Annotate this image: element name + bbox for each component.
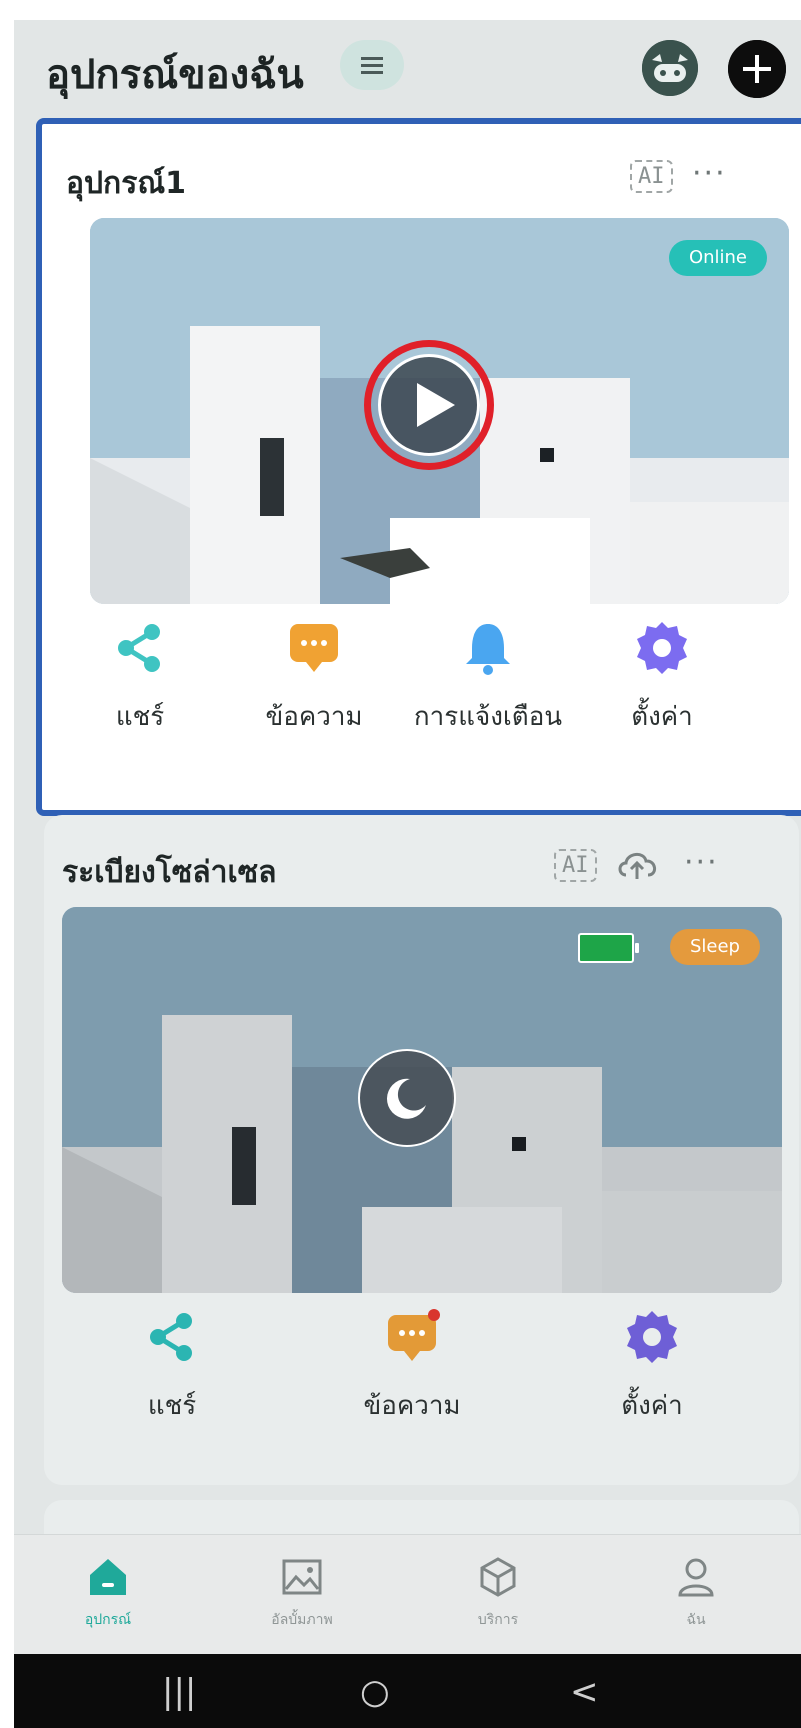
device-name: ระเบียงโซล่าเซล: [62, 855, 277, 890]
tab-label: อัลบั้มภาพ: [271, 1612, 333, 1628]
menu-button[interactable]: [340, 40, 404, 90]
notification-button[interactable]: การแจ้งเตือน: [398, 618, 578, 737]
battery-icon: [578, 933, 639, 963]
message-icon: [388, 1309, 440, 1361]
action-label: แชร์: [147, 1391, 197, 1421]
action-label: ตั้งค่า: [631, 702, 693, 732]
ai-icon[interactable]: AI: [630, 160, 673, 193]
tab-label: ฉัน: [686, 1612, 706, 1628]
tab-label: บริการ: [477, 1612, 519, 1628]
tab-me[interactable]: ฉัน: [636, 1553, 756, 1631]
gear-icon: [627, 1311, 677, 1363]
share-icon: [150, 1313, 192, 1361]
share-button[interactable]: แชร์: [50, 618, 230, 737]
message-button[interactable]: ข้อความ: [322, 1307, 502, 1426]
recents-icon[interactable]: |||: [162, 1672, 196, 1712]
action-label: ข้อความ: [363, 1391, 461, 1421]
tab-label: อุปกรณ์: [84, 1612, 132, 1628]
image-icon: [282, 1559, 322, 1595]
action-label: แชร์: [115, 702, 165, 732]
back-icon[interactable]: <: [570, 1672, 599, 1712]
sleep-icon[interactable]: [358, 1049, 456, 1147]
share-icon: [118, 624, 160, 672]
system-nav-bar: ||| ○ <: [14, 1654, 801, 1728]
message-icon: [290, 624, 338, 672]
cloud-upload-icon[interactable]: [614, 845, 660, 885]
home-nav-icon[interactable]: ○: [360, 1672, 390, 1712]
tab-album[interactable]: อัลบั้มภาพ: [242, 1553, 362, 1631]
action-label: การแจ้งเตือน: [413, 702, 563, 732]
settings-button[interactable]: ตั้งค่า: [562, 1307, 742, 1426]
device-card-2[interactable]: ระเบียงโซล่าเซล AI ··· Sleep แชร์ ข้อควา…: [44, 815, 799, 1485]
cube-icon: [480, 1557, 516, 1597]
phone-screen: อุปกรณ์ของฉัน อุปกรณ์1 AI ··· Online แชร…: [14, 20, 801, 1728]
device-card-1[interactable]: อุปกรณ์1 AI ··· Online แชร์ ข้อความ การแ…: [36, 118, 801, 816]
settings-button[interactable]: ตั้งค่า: [572, 618, 752, 737]
video-preview[interactable]: Sleep: [62, 907, 782, 1293]
frame-top: [0, 0, 801, 20]
play-icon[interactable]: [378, 354, 480, 456]
tab-services[interactable]: บริการ: [438, 1553, 558, 1631]
more-icon[interactable]: ···: [692, 156, 727, 191]
action-label: ตั้งค่า: [621, 1391, 683, 1421]
action-label: ข้อความ: [265, 702, 363, 732]
video-preview[interactable]: Online: [90, 218, 789, 604]
person-icon: [678, 1558, 714, 1597]
menu-icon: [361, 57, 383, 60]
add-device-button[interactable]: [728, 40, 786, 98]
device-name: อุปกรณ์1: [66, 166, 187, 201]
robot-avatar-icon[interactable]: [642, 40, 698, 96]
tab-devices[interactable]: อุปกรณ์: [48, 1553, 168, 1631]
plus-icon: [728, 40, 786, 98]
app-header: อุปกรณ์ของฉัน: [14, 20, 801, 120]
share-button[interactable]: แชร์: [82, 1307, 262, 1426]
bottom-tab-bar: อุปกรณ์ อัลบั้มภาพ บริการ ฉัน: [14, 1534, 801, 1655]
message-button[interactable]: ข้อความ: [224, 618, 404, 737]
more-icon[interactable]: ···: [684, 845, 719, 880]
ai-icon[interactable]: AI: [554, 849, 597, 882]
status-badge: Online: [668, 240, 767, 276]
home-icon: [90, 1559, 126, 1595]
page-title: อุปกรณ์ของฉัน: [46, 52, 304, 98]
gear-icon: [637, 622, 687, 674]
status-badge: Sleep: [669, 929, 760, 965]
bell-icon: [466, 624, 510, 675]
